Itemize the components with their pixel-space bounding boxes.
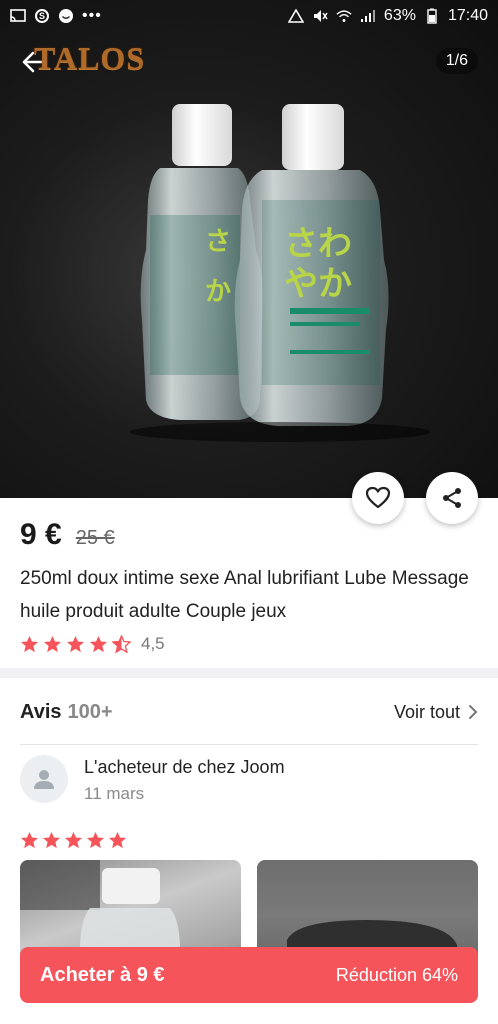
svg-text:さわ: さわ [284,224,352,264]
reviews-label: Avis [20,700,62,723]
reviews-title: Avis 100+ [20,701,113,724]
svg-text:か: か [205,277,231,307]
review-stars [20,827,478,853]
favorite-button[interactable] [352,472,404,524]
image-counter: 1/6 [435,48,478,74]
svg-text:やか: やか [284,264,352,304]
wifi-icon [336,8,352,24]
user-icon [34,770,54,789]
more-notifications-icon: ••• [82,7,102,24]
original-price: 25 € [75,527,115,549]
svg-text:さ: さ [205,227,231,257]
star-icon [20,635,39,652]
smiley-icon [58,8,74,24]
product-rating[interactable]: 4,5 [20,630,478,658]
see-all-label: Voir tout [393,701,460,722]
buy-button[interactable]: Acheter à 9 € Réduction 64% [20,947,478,1003]
alert-icon [287,8,304,24]
reviews-section: Avis 100+ Voir tout L'acheteur de chez Jo… [20,690,478,853]
brand-logo: TALOS [34,40,146,76]
reviews-header: Avis 100+ Voir tout [20,690,478,734]
battery-icon [424,8,440,24]
review-author-name: L'acheteur de chez Joom [84,757,285,777]
section-divider [0,668,498,678]
star-half-icon [112,634,131,653]
star-icon [42,831,61,848]
share-icon [443,488,461,508]
status-left-icons: S ••• [10,7,102,25]
buy-label: Acheter à 9 € [40,963,165,986]
discount-label: Réduction 64% [335,964,458,985]
review-date: 11 mars [84,784,145,803]
star-icon [89,635,108,652]
product-info: 9 € 25 € 250ml doux intime sexe Anal lub… [0,498,498,658]
product-image-gallery[interactable]: さわ やか さ か S ••• 63% 17:40 TALOS 1/6 [0,0,498,498]
status-bar: S ••• 63% 17:40 [0,0,498,32]
divider [20,744,478,745]
price-row: 9 € 25 € [20,518,478,558]
clock: 17:40 [447,7,488,24]
heart-icon [365,486,391,509]
cast-icon [10,8,26,24]
current-price: 9 € [20,518,62,551]
skype-icon: S [34,8,50,24]
star-icon [64,831,83,848]
star-icon [66,635,85,652]
review-meta: L'acheteur de chez Joom 11 mars [84,755,285,804]
mute-icon [312,8,328,24]
signal-icon [360,8,376,24]
product-title: 250ml doux intime sexe Anal lubrifiant L… [20,568,469,622]
image-top-bar: TALOS 1/6 [0,38,498,86]
battery-percent: 63% [383,7,416,24]
avatar [20,755,68,803]
star-icon [108,831,127,848]
status-right-icons: 63% 17:40 [287,7,488,25]
star-icon [86,831,105,848]
share-button[interactable] [426,472,478,524]
chevron-right-icon [469,705,478,719]
star-icon [43,635,62,652]
star-icon [20,831,39,848]
review-author: L'acheteur de chez Joom 11 mars [20,755,478,815]
rating-value: 4,5 [141,634,165,653]
reviews-count: 100+ [67,700,113,723]
see-all-reviews-link[interactable]: Voir tout [394,702,478,723]
